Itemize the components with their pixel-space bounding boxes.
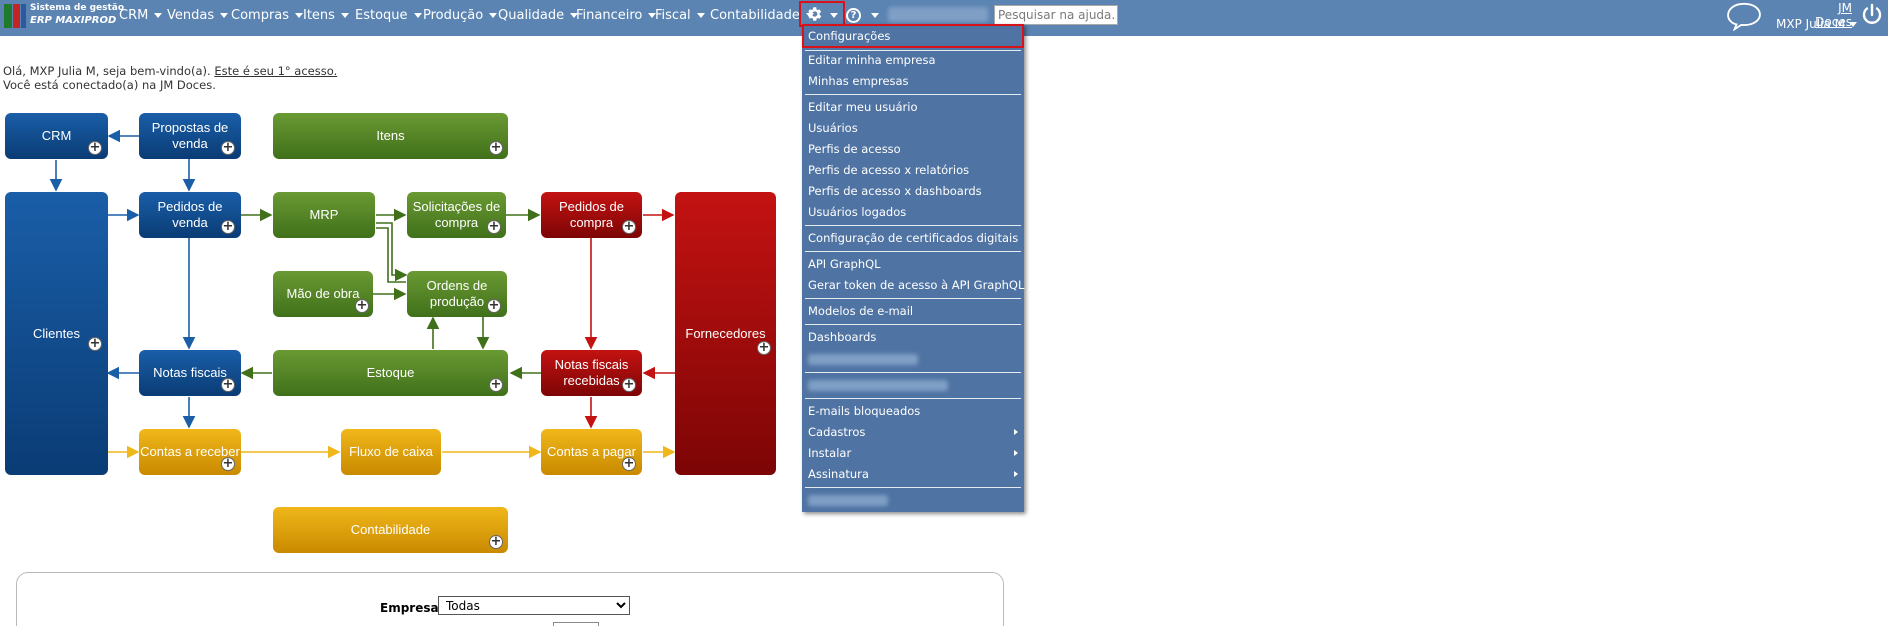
empresa-label: Empresa [380,601,439,615]
add-estoque-icon[interactable]: + [489,378,503,392]
chevron-right-icon [1014,429,1018,435]
add-nota-fiscal-icon[interactable]: + [221,378,235,392]
menu-item-label: Assinatura [808,467,869,481]
menu-item-label: API GraphQL [808,257,881,271]
chevron-right-icon [1014,471,1018,477]
menu-item-emails-bloqueados[interactable]: E-mails bloqueados [802,401,1024,421]
menu-item-label: Perfis de acesso x relatórios [808,163,970,177]
menu-item-token-graphql[interactable]: Gerar token de acesso à API GraphQL [802,275,1024,295]
node-itens-label: Itens [376,128,405,143]
app-root: Sistema de gestão ERP MAXIPROD CRM Venda… [0,0,1888,626]
add-ordem-icon[interactable]: + [487,299,501,313]
menu-divider [805,94,1021,95]
menu-item-usuarios-logados[interactable]: Usuários logados [802,202,1024,222]
node-crm-label: CRM [41,128,72,143]
menu-item-label: Minhas empresas [808,74,909,88]
menu-item-configuracoes[interactable]: Configurações [802,26,1024,46]
menu-item-certificados[interactable]: Configuração de certificados digitais [802,228,1024,248]
add-conta-receber-icon[interactable]: + [221,457,235,471]
menu-item-perfis-dashboards[interactable]: Perfis de acesso x dashboards [802,181,1024,201]
chevron-right-icon [1014,450,1018,456]
node-fluxo-caixa[interactable]: Fluxo de caixa [341,429,441,475]
node-estoque[interactable]: Estoque [273,350,508,396]
node-fluxo-caixa-label: Fluxo de caixa [349,444,433,459]
menu-divider [805,487,1021,488]
node-estoque-label: Estoque [366,365,415,380]
add-conta-pagar-icon[interactable]: + [622,457,636,471]
menu-divider [805,324,1021,325]
secondary-field[interactable] [553,622,599,626]
menu-item-label: Perfis de acesso x dashboards [808,184,982,198]
menu-item-minhas-empresas[interactable]: Minhas empresas [802,71,1024,91]
menu-item-label: Gerar token de acesso à API GraphQL [808,278,1025,292]
menu-item-usuarios[interactable]: Usuários [802,118,1024,138]
node-itens[interactable]: Itens [273,113,508,159]
menu-item-label: Editar minha empresa [808,53,936,67]
blurred-menu-item [808,495,888,506]
add-cliente-icon[interactable]: + [88,337,102,351]
node-mrp-label: MRP [309,207,339,222]
menu-item-assinatura[interactable]: Assinatura [802,464,1024,484]
menu-item-perfis-acesso[interactable]: Perfis de acesso [802,139,1024,159]
add-contabilidade-icon[interactable]: + [489,535,503,549]
menu-item-label: Perfis de acesso [808,142,901,156]
add-solicitacao-icon[interactable]: + [487,220,501,234]
node-fornecedores[interactable]: Fornecedores [675,192,776,475]
menu-item-label: Editar meu usuário [808,100,918,114]
menu-item-api-graphql[interactable]: API GraphQL [802,254,1024,274]
menu-item-dashboards[interactable]: Dashboards [802,327,1024,347]
node-fornecedores-label: Fornecedores [685,325,766,341]
node-mrp[interactable]: MRP [273,192,375,238]
add-mao-obra-icon[interactable]: + [355,299,369,313]
node-clientes[interactable]: Clientes [5,192,108,475]
menu-item-editar-empresa[interactable]: Editar minha empresa [802,50,1024,70]
menu-item-label: Usuários [808,121,858,135]
menu-divider [805,251,1021,252]
menu-item-label: Configuração de certificados digitais [808,231,1019,245]
menu-item-cadastros[interactable]: Cadastros [802,422,1024,442]
add-fornecedor-icon[interactable]: + [757,341,771,355]
add-pedido-venda-icon[interactable]: + [221,220,235,234]
menu-item-label: Instalar [808,446,852,460]
add-nota-recebida-icon[interactable]: + [622,378,636,392]
node-mao-obra-label: Mão de obra [286,286,360,301]
menu-item-perfis-relatorios[interactable]: Perfis de acesso x relatórios [802,160,1024,180]
menu-item-label: Usuários logados [808,205,907,219]
node-contabilidade[interactable]: Contabilidade [273,507,508,553]
add-proposta-icon[interactable]: + [221,141,235,155]
menu-item-label: Configurações [808,29,891,43]
add-crm-icon[interactable]: + [88,141,102,155]
add-pedido-compra-icon[interactable]: + [622,220,636,234]
node-contabilidade-label: Contabilidade [350,522,431,537]
blurred-menu-item [808,354,918,365]
menu-item-modelos-email[interactable]: Modelos de e-mail [802,301,1024,321]
menu-item-label: Modelos de e-mail [808,304,914,318]
menu-item-label: Dashboards [808,330,877,344]
add-item-icon[interactable]: + [489,141,503,155]
menu-divider [805,372,1021,373]
node-clientes-label: Clientes [33,325,80,341]
menu-divider [805,398,1021,399]
menu-item-instalar[interactable]: Instalar [802,443,1024,463]
blurred-menu-item [808,380,948,391]
empresa-select[interactable]: Todas [438,596,630,615]
node-contas-pagar-label: Contas a pagar [547,444,636,459]
menu-item-label: Cadastros [808,425,866,439]
menu-divider [805,298,1021,299]
menu-item-editar-usuario[interactable]: Editar meu usuário [802,97,1024,117]
menu-item-label: E-mails bloqueados [808,404,921,418]
node-notas-fiscais-label: Notas fiscais [153,365,227,380]
menu-divider [805,225,1021,226]
